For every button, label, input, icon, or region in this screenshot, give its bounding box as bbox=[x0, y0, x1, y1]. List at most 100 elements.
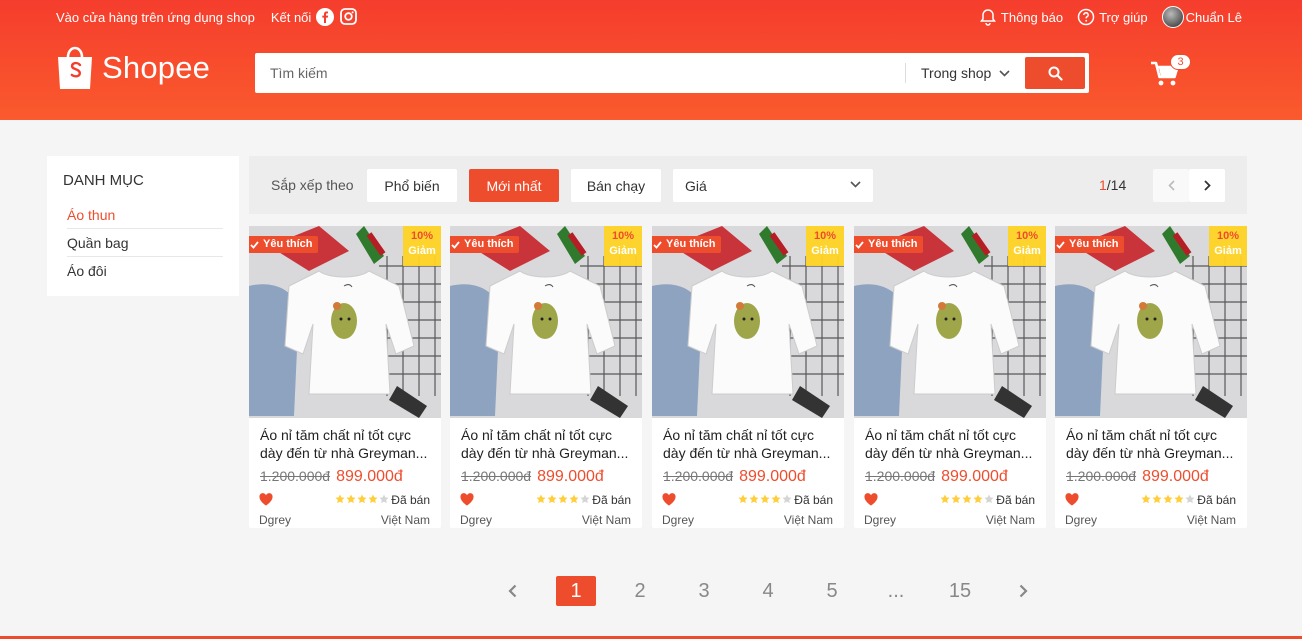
favorite-badge: Yêu thích bbox=[1055, 236, 1124, 253]
connect-label: Kết nối bbox=[270, 9, 312, 25]
heart-icon[interactable] bbox=[460, 493, 474, 511]
sold-label: Đã bán bbox=[794, 493, 833, 507]
sort-bestseller-button[interactable]: Bán chạy bbox=[571, 169, 661, 202]
discount-badge: 10% Giảm bbox=[806, 226, 844, 266]
sale-price: 899.000đ bbox=[941, 468, 1008, 485]
category-item-ao-thun[interactable]: Áo thun bbox=[67, 201, 223, 229]
pagination-ellipsis: ... bbox=[887, 579, 905, 602]
sort-popular-button[interactable]: Phổ biến bbox=[367, 169, 457, 202]
heart-icon[interactable] bbox=[662, 493, 676, 511]
check-icon bbox=[250, 240, 259, 249]
search-scope-label: Trong shop bbox=[921, 65, 992, 81]
download-app-link[interactable]: Vào cửa hàng trên ứng dụng shop bbox=[56, 10, 255, 25]
search-scope-dropdown[interactable]: Trong shop bbox=[905, 63, 1010, 83]
product-card[interactable]: Yêu thích 10% Giảm Áo nỉ tăm chất nỉ tốt… bbox=[450, 226, 642, 528]
chevron-left-icon bbox=[1167, 180, 1175, 191]
product-name[interactable]: Áo nỉ tăm chất nỉ tốt cực dày đến từ nhà… bbox=[865, 426, 1037, 462]
search-bar: Trong shop bbox=[255, 53, 1089, 93]
logo-text: Shopee bbox=[102, 50, 211, 85]
discount-badge: 10% Giảm bbox=[1008, 226, 1046, 266]
help-link[interactable]: Trợ giúp bbox=[1077, 8, 1148, 26]
star-icon bbox=[1163, 494, 1173, 504]
heart-icon[interactable] bbox=[259, 493, 273, 511]
mini-next-button[interactable] bbox=[1189, 169, 1225, 202]
cart-button[interactable]: 3 bbox=[1150, 54, 1191, 92]
favorite-badge: Yêu thích bbox=[854, 236, 923, 253]
star-icon bbox=[951, 494, 961, 504]
top-bar: Vào cửa hàng trên ứng dụng shop Kết nối … bbox=[56, 6, 1242, 29]
original-price: 1.200.000đ bbox=[461, 468, 532, 484]
sort-newest-button[interactable]: Mới nhất bbox=[469, 169, 559, 202]
check-icon bbox=[1056, 240, 1065, 249]
pagination-page-5[interactable]: 5 bbox=[812, 576, 852, 606]
pagination-page-15[interactable]: 15 bbox=[940, 576, 980, 606]
help-label: Trợ giúp bbox=[1099, 9, 1148, 25]
sale-price: 899.000đ bbox=[1142, 468, 1209, 485]
product-card[interactable]: Yêu thích 10% Giảm Áo nỉ tăm chất nỉ tốt… bbox=[854, 226, 1046, 528]
star-icon bbox=[782, 494, 792, 504]
chevron-left-icon bbox=[507, 584, 516, 598]
star-icon bbox=[569, 494, 579, 504]
avatar bbox=[1161, 6, 1184, 28]
heart-icon[interactable] bbox=[1065, 493, 1079, 511]
product-card[interactable]: Yêu thích 10% Giảm Áo nỉ tăm chất nỉ tốt… bbox=[249, 226, 441, 528]
favorite-label: Yêu thích bbox=[263, 238, 313, 250]
notifications-label: Thông báo bbox=[1000, 9, 1064, 25]
sort-label: Sắp xếp theo bbox=[271, 177, 354, 193]
original-price: 1.200.000đ bbox=[663, 468, 734, 484]
sold-label: Đã bán bbox=[1197, 493, 1236, 507]
chevron-right-icon bbox=[1019, 584, 1028, 598]
discount-percent: 10% bbox=[1216, 230, 1240, 242]
sort-price-select[interactable]: Giá bbox=[673, 169, 873, 202]
original-price: 1.200.000đ bbox=[865, 468, 936, 484]
shop-brand: Dgrey bbox=[662, 513, 695, 527]
heart-icon[interactable] bbox=[864, 493, 878, 511]
product-name[interactable]: Áo nỉ tăm chất nỉ tốt cực dày đến từ nhà… bbox=[461, 426, 633, 462]
star-icon bbox=[1141, 494, 1151, 504]
category-item-ao-doi[interactable]: Áo đôi bbox=[67, 257, 223, 285]
pagination-prev-button[interactable] bbox=[492, 576, 532, 606]
original-price: 1.200.000đ bbox=[1066, 468, 1137, 484]
chevron-down-icon bbox=[850, 181, 861, 188]
product-card[interactable]: Yêu thích 10% Giảm Áo nỉ tăm chất nỉ tốt… bbox=[1055, 226, 1247, 528]
favorite-badge: Yêu thích bbox=[450, 236, 519, 253]
discount-word: Giảm bbox=[1013, 245, 1041, 257]
product-prices: 1.200.000đ 899.000đ bbox=[260, 468, 403, 486]
product-name[interactable]: Áo nỉ tăm chất nỉ tốt cực dày đến từ nhà… bbox=[663, 426, 835, 462]
product-prices: 1.200.000đ 899.000đ bbox=[461, 468, 604, 486]
shopee-logo[interactable]: Shopee bbox=[56, 45, 210, 91]
username: Chuẩn Lê bbox=[1185, 9, 1242, 25]
instagram-icon[interactable] bbox=[340, 8, 358, 25]
sort-price-label: Giá bbox=[685, 177, 707, 194]
category-sidebar: DANH MỤC Áo thun Quần bag Áo đôi bbox=[47, 156, 239, 296]
product-name[interactable]: Áo nỉ tăm chất nỉ tốt cực dày đến từ nhà… bbox=[1066, 426, 1238, 462]
favorite-label: Yêu thích bbox=[464, 238, 514, 250]
discount-word: Giảm bbox=[1214, 245, 1242, 257]
star-icon bbox=[379, 494, 389, 504]
product-name[interactable]: Áo nỉ tăm chất nỉ tốt cực dày đến từ nhà… bbox=[260, 426, 432, 462]
category-item-quan-bag[interactable]: Quần bag bbox=[67, 229, 223, 257]
mini-prev-button[interactable] bbox=[1153, 169, 1189, 202]
favorite-badge: Yêu thích bbox=[249, 236, 318, 253]
notifications-link[interactable]: Thông báo bbox=[979, 8, 1063, 26]
shop-brand: Dgrey bbox=[1065, 513, 1098, 527]
product-origin: Việt Nam bbox=[985, 513, 1035, 527]
pagination-page-2[interactable]: 2 bbox=[620, 576, 660, 606]
pagination-next-button[interactable] bbox=[1003, 576, 1043, 606]
pagination-page-3[interactable]: 3 bbox=[684, 576, 724, 606]
pagination-page-4[interactable]: 4 bbox=[748, 576, 788, 606]
user-menu[interactable]: Chuẩn Lê bbox=[1161, 6, 1242, 28]
product-image: Yêu thích 10% Giảm bbox=[450, 226, 642, 418]
shop-brand: Dgrey bbox=[259, 513, 292, 527]
search-button[interactable] bbox=[1025, 57, 1085, 89]
product-card[interactable]: Yêu thích 10% Giảm Áo nỉ tăm chất nỉ tốt… bbox=[652, 226, 844, 528]
pagination-page-1[interactable]: 1 bbox=[556, 576, 596, 606]
sale-price: 899.000đ bbox=[537, 468, 604, 485]
star-icon bbox=[984, 494, 994, 504]
star-icon bbox=[738, 494, 748, 504]
rating-stars bbox=[536, 494, 591, 504]
star-icon bbox=[335, 494, 345, 504]
search-input[interactable] bbox=[270, 53, 890, 93]
facebook-icon[interactable] bbox=[316, 8, 335, 26]
star-icon bbox=[1174, 494, 1184, 504]
